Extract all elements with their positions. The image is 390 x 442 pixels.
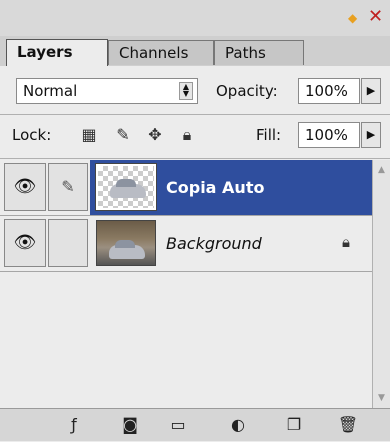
- lock-icon: 🔒︎: [342, 233, 350, 251]
- triangle-right-icon: ▶: [366, 84, 376, 97]
- tab-strip: Layers Channels Paths ▶: [0, 36, 390, 98]
- divider: [0, 158, 390, 159]
- lock-label: Lock:: [12, 126, 52, 144]
- layers-list: 👁︎ ✎ Copia Auto 👁︎ Background 🔒︎: [0, 160, 372, 408]
- fill-slider-button[interactable]: ▶: [361, 122, 381, 148]
- scroll-down-icon[interactable]: ▼: [373, 390, 390, 406]
- lock-image-pixels-icon[interactable]: ✎: [112, 124, 134, 146]
- diamond-icon[interactable]: ◆: [348, 12, 357, 24]
- eye-icon[interactable]: 👁︎: [4, 219, 46, 267]
- opacity-input[interactable]: 100%: [298, 78, 360, 104]
- tab-layers[interactable]: Layers: [6, 39, 108, 66]
- triangle-right-icon: ▶: [366, 128, 376, 141]
- new-layer-icon[interactable]: ❐: [282, 414, 306, 436]
- opacity-label: Opacity:: [216, 82, 278, 100]
- opacity-slider-button[interactable]: ▶: [361, 78, 381, 104]
- car-image: [109, 240, 145, 259]
- close-icon[interactable]: ✕: [368, 6, 388, 28]
- fill-input[interactable]: 100%: [298, 122, 360, 148]
- brush-icon[interactable]: ✎: [48, 163, 88, 211]
- layer-row-background[interactable]: 👁︎ Background 🔒︎: [0, 216, 372, 272]
- lock-all-icon[interactable]: 🔒︎: [176, 124, 198, 146]
- layer-name-area[interactable]: Copia Auto: [90, 160, 372, 215]
- fill-label: Fill:: [256, 126, 282, 144]
- trash-icon[interactable]: 🗑︎: [336, 414, 360, 436]
- tab-paths[interactable]: Paths: [214, 40, 304, 65]
- layer-thumbnail: [96, 220, 156, 266]
- layers-bottom-toolbar: ƒ ◙ ▭ ◐ ❐ 🗑︎: [0, 408, 390, 441]
- scroll-up-icon[interactable]: ▲: [373, 162, 390, 178]
- fill-value: 100%: [305, 126, 348, 144]
- tab-channels[interactable]: Channels: [108, 40, 214, 65]
- select-arrows-icon: ▲ ▼: [179, 82, 193, 100]
- lock-transparent-pixels-icon[interactable]: ▦: [78, 124, 100, 146]
- blend-mode-select[interactable]: Normal ▲ ▼: [16, 78, 198, 104]
- layer-style-icon[interactable]: ƒ: [62, 414, 86, 436]
- layer-name: Background: [166, 234, 262, 253]
- layer-name-area[interactable]: Background 🔒︎: [90, 216, 372, 271]
- layer-thumbnail: [95, 163, 157, 211]
- layers-scrollbar[interactable]: ▲ ▼: [372, 160, 390, 408]
- divider: [0, 114, 390, 115]
- layer-name: Copia Auto: [166, 178, 265, 197]
- link-cell[interactable]: [48, 219, 88, 267]
- opacity-value: 100%: [305, 82, 348, 100]
- layers-panel: Normal ▲ ▼ Opacity: 100% ▶ Lock: ▦ ✎ ✥ 🔒︎…: [0, 66, 390, 442]
- lock-position-icon[interactable]: ✥: [144, 124, 166, 146]
- eye-icon[interactable]: 👁︎: [4, 163, 46, 211]
- new-group-icon[interactable]: ▭: [166, 414, 190, 436]
- car-image: [110, 179, 146, 198]
- blend-mode-value: Normal: [23, 82, 78, 100]
- adjustment-layer-icon[interactable]: ◐: [226, 414, 250, 436]
- palette-title-bar: ◆ ✕: [0, 0, 390, 36]
- add-mask-icon[interactable]: ◙: [118, 414, 142, 436]
- layer-row-copia-auto[interactable]: 👁︎ ✎ Copia Auto: [0, 160, 372, 216]
